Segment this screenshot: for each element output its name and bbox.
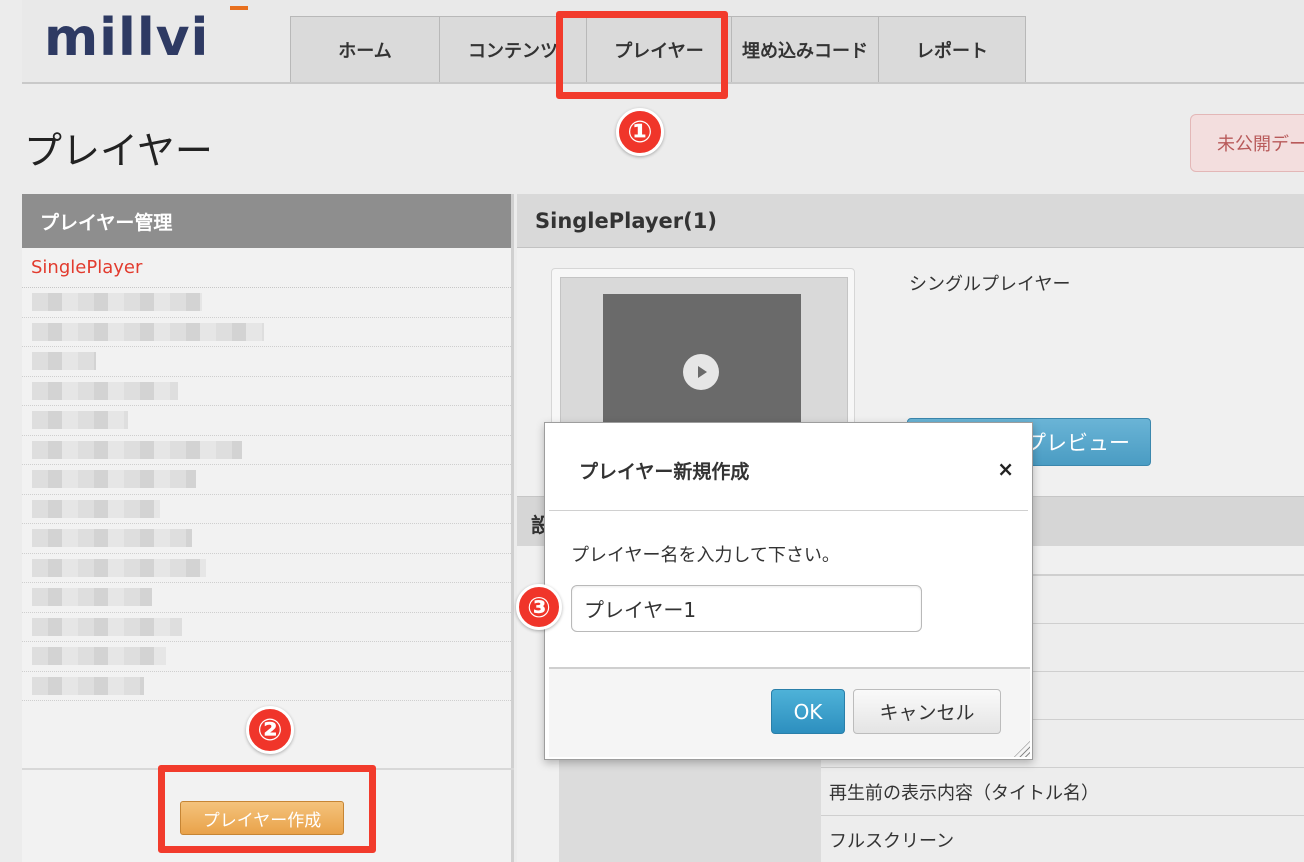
blurred-list-item[interactable] — [22, 465, 511, 495]
callout-badge-2: ② — [246, 706, 294, 754]
play-icon[interactable] — [683, 354, 719, 390]
dialog-title: プレイヤー新規作成 — [579, 461, 750, 483]
blurred-list-item[interactable] — [22, 318, 511, 347]
millvi-logo[interactable]: millvi — [44, 6, 248, 64]
blurred-list-item[interactable] — [22, 583, 511, 613]
tab-embed-code[interactable]: 埋め込みコード — [731, 16, 879, 82]
dialog-message: プレイヤー名を入力して下さい。 — [571, 545, 840, 566]
callout-box-player-tab — [556, 11, 728, 99]
unpublished-data-button[interactable]: 未公開デー — [1190, 114, 1304, 172]
blurred-list-item[interactable] — [22, 377, 511, 406]
player-list-item-singleplayer[interactable]: SinglePlayer — [22, 248, 511, 288]
blurred-list-item[interactable] — [22, 554, 511, 583]
player-management-heading: プレイヤー管理 — [22, 194, 511, 248]
player-name-input[interactable] — [571, 585, 922, 632]
logo-accent — [230, 6, 248, 10]
cancel-button[interactable]: キャンセル — [853, 689, 1001, 734]
tab-report[interactable]: レポート — [878, 16, 1026, 82]
blurred-list-item[interactable] — [22, 613, 511, 642]
callout-badge-3: ③ — [516, 584, 562, 630]
callout-badge-3-label: ③ — [527, 590, 551, 624]
blurred-list-item[interactable] — [22, 495, 511, 524]
settings-row-fullscreen: フルスクリーン — [821, 816, 1304, 862]
blurred-list-item[interactable] — [22, 524, 511, 554]
settings-row-preplay-display: 再生前の表示内容（タイトル名） — [821, 768, 1304, 816]
blurred-list-item[interactable] — [22, 288, 511, 318]
dialog-footer: OK キャンセル — [549, 667, 1030, 757]
page-title: プレイヤー — [24, 129, 213, 173]
player-detail-heading: SinglePlayer(1) — [517, 194, 1304, 248]
callout-badge-1: ① — [616, 108, 664, 156]
callout-badge-1-label: ① — [627, 114, 653, 150]
blurred-list-item[interactable] — [22, 672, 511, 701]
tab-home[interactable]: ホーム — [290, 16, 440, 82]
blurred-list-item[interactable] — [22, 642, 511, 672]
blurred-list-item[interactable] — [22, 406, 511, 436]
new-player-dialog: プレイヤー新規作成 × プレイヤー名を入力して下さい。 OK キャンセル — [544, 422, 1033, 760]
player-management-panel: プレイヤー管理 SinglePlayer プレイヤー作成 — [22, 194, 514, 862]
close-icon[interactable]: × — [997, 457, 1014, 481]
ok-button[interactable]: OK — [771, 689, 845, 734]
dialog-header: プレイヤー新規作成 × — [549, 423, 1028, 511]
callout-box-create-button — [158, 765, 376, 853]
blurred-list-item[interactable] — [22, 347, 511, 377]
blurred-list-item[interactable] — [22, 436, 511, 465]
callout-badge-2-label: ② — [257, 712, 283, 748]
player-description: シングルプレイヤー — [909, 274, 1071, 295]
logo-text: millvi — [44, 8, 210, 68]
